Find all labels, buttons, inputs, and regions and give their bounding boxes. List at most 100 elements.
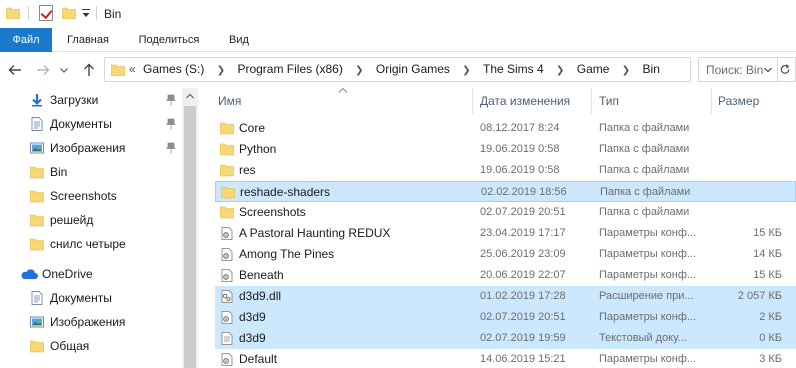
folder-icon [220,164,234,177]
quick-access-dropdown-icon[interactable] [81,7,91,19]
file-name: Python [239,142,277,156]
nav-item-onedrive-pictures[interactable]: Изображения [0,310,180,334]
nav-item-pictures[interactable]: Изображения [0,136,180,160]
pin-icon[interactable] [166,118,176,130]
file-name: Screenshots [239,205,306,219]
nav-item-documents[interactable]: Документы [0,112,180,136]
chevron-right-icon[interactable]: ❯ [346,59,372,82]
nav-item-reshade[interactable]: решейд [0,208,180,232]
file-date: 25.06.2019 23:09 [480,248,566,260]
chevron-right-icon[interactable]: ❯ [208,59,234,82]
nav-item-onedrive-documents[interactable]: Документы [0,286,180,310]
ribbon-tabs: Файл Главная Поделиться Вид [0,28,796,52]
chevron-right-icon[interactable]: ❯ [453,59,479,82]
file-row[interactable]: Among The Pines 25.06.2019 23:09 Параметры… [215,244,796,265]
file-date: 23.04.2019 17:17 [480,227,566,239]
back-arrow-icon[interactable] [6,61,24,79]
file-type: Параметры конф... [599,248,697,260]
file-row[interactable]: d3d9 02.07.2019 19:59 Текстовый доку... 0 К… [215,328,796,349]
new-folder-icon[interactable] [62,7,76,19]
pictures-icon [30,316,44,328]
tab-home[interactable]: Главная [58,28,118,52]
search-input[interactable]: Поиск: Bin [698,57,796,82]
nav-item-label: OneDrive [42,267,93,281]
folder-icon [220,206,234,219]
file-name: Core [239,121,266,135]
nav-item-bin[interactable]: Bin [0,160,180,184]
nav-item-screenshots[interactable]: Screenshots [0,184,180,208]
tab-view[interactable]: Вид [220,28,258,52]
folder-icon [30,238,44,251]
text-file-icon [221,332,233,345]
file-date: 01.02.2019 17:28 [480,290,566,302]
tab-file[interactable]: Файл [0,28,52,52]
column-header-date[interactable]: Дата изменения [480,94,570,108]
breadcrumb-overflow[interactable]: « [127,58,140,81]
folder-icon [220,143,234,156]
chevron-right-icon[interactable]: ❯ [613,59,639,82]
file-row[interactable]: d3d9 02.07.2019 20:51 Параметры конф... 2 К… [215,307,796,328]
column-divider[interactable] [711,88,712,114]
file-row[interactable]: res 19.06.2019 0:58 Папка с файлами [215,160,796,181]
file-row[interactable]: reshade-shaders 02.02.2019 18:56 Папка с ф… [215,181,796,202]
breadcrumb-item[interactable]: Games (S:) [143,58,204,81]
nav-item-label: Изображения [50,141,126,155]
column-divider[interactable] [591,88,592,114]
file-row[interactable]: Default 14.06.2019 15:21 Параметры конф...… [215,349,796,368]
folder-icon [111,64,125,76]
column-divider[interactable] [472,88,473,114]
navigation-pane: Загрузки Документы Изображения Bin Scree… [0,88,198,368]
properties-check-icon[interactable] [39,5,53,21]
dll-file-icon [221,290,233,303]
nav-item-onedrive[interactable]: OneDrive [0,262,180,286]
config-file-icon [221,248,233,261]
folder-icon [6,7,20,19]
file-size: 3 КБ [759,353,782,365]
nav-item-label: Загрузки [50,93,99,107]
file-type: Параметры конф... [599,311,697,323]
file-size: 15 КБ [753,227,782,239]
file-date: 19.06.2019 0:58 [480,143,560,155]
nav-item-onedrive-shared[interactable]: Общая [0,334,180,358]
nav-pane-scrollbar[interactable] [182,88,198,368]
pin-icon[interactable] [166,94,176,106]
nav-item-downloads[interactable]: Загрузки [0,88,180,112]
up-arrow-icon[interactable] [80,61,98,79]
column-header-size[interactable]: Размер [718,94,759,108]
column-header-name[interactable]: Имя [218,94,241,108]
scrollbar-thumb[interactable] [184,106,196,368]
breadcrumb-item[interactable]: Origin Games [376,58,450,81]
file-type: Параметры конф... [599,227,697,239]
file-row[interactable]: Screenshots 02.07.2019 20:51 Папка с файла… [215,202,796,223]
tab-share[interactable]: Поделиться [128,28,210,52]
breadcrumb-item[interactable]: The Sims 4 [483,58,544,81]
nav-item-snils[interactable]: снилс четыре [0,232,180,256]
file-name: Among The Pines [239,247,335,261]
chevron-right-icon[interactable]: ❯ [547,59,573,82]
onedrive-cloud-icon [21,269,38,279]
file-row[interactable]: A Pastoral Haunting REDUX 23.04.2019 17:1… [215,223,796,244]
file-row[interactable]: Python 19.06.2019 0:58 Папка с файлами [215,139,796,160]
file-row[interactable]: Beneath 20.06.2019 22:07 Параметры конф...… [215,265,796,286]
breadcrumb-item[interactable]: Bin [643,58,660,81]
file-size: 14 КБ [753,248,782,260]
address-bar[interactable]: « Games (S:) ❯ Program Files (x86) ❯ Ori… [104,57,790,82]
recent-locations-chevron-icon[interactable] [58,61,70,79]
file-name: Beneath [239,268,284,282]
breadcrumb-item[interactable]: Program Files (x86) [237,58,342,81]
nav-item-label: Изображения [50,315,126,329]
file-name: d3d9 [239,331,266,345]
file-type: Папка с файлами [600,186,691,198]
file-name: Default [239,352,278,366]
file-date: 08.12.2017 8:24 [480,122,560,134]
pin-icon[interactable] [166,142,176,154]
column-header-type[interactable]: Тип [599,94,619,108]
forward-arrow-icon[interactable] [34,61,52,79]
file-row[interactable]: Core 08.12.2017 8:24 Папка с файлами [215,118,796,139]
folder-icon [220,122,234,135]
breadcrumb-item[interactable]: Game [577,58,610,81]
file-row[interactable]: d3d9.dll 01.02.2019 17:28 Расширение при..… [215,286,796,307]
config-file-icon [221,227,233,240]
divider [96,6,97,20]
scroll-up-arrow-icon[interactable] [182,88,198,104]
